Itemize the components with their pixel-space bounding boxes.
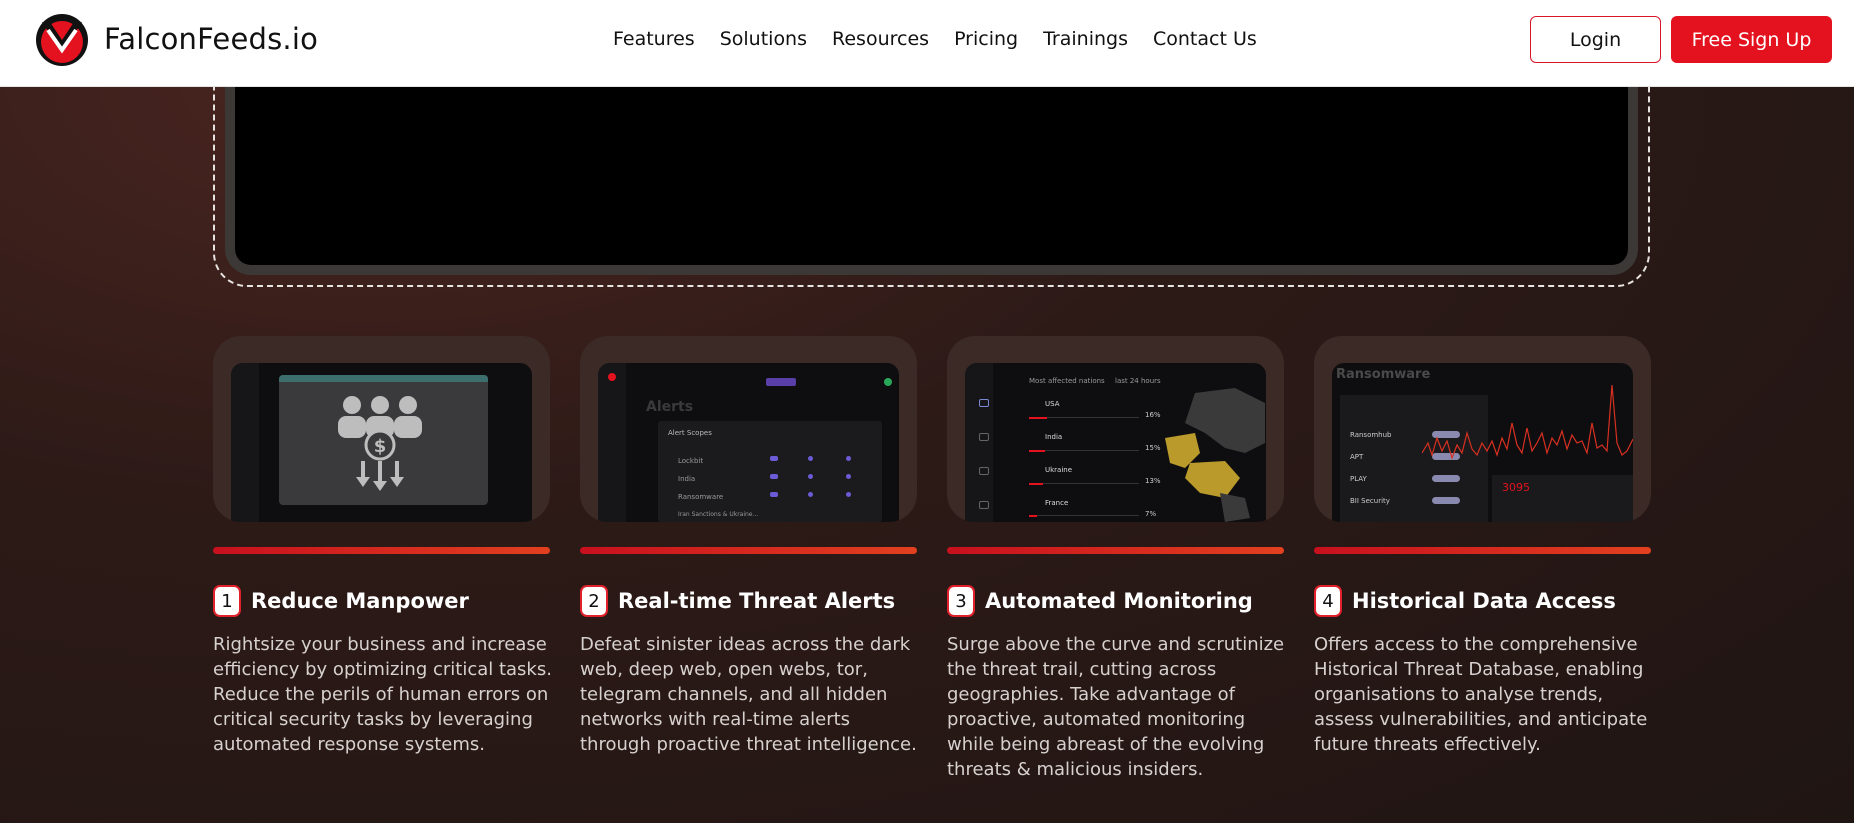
feature-card-historical-data-access: Ransomware Ransomhub APT PLAY BII Securi…: [1314, 336, 1651, 755]
card-accent-bar: [213, 547, 550, 554]
card-title: Real-time Threat Alerts: [618, 589, 896, 613]
card-thumbnail: Ransomware Ransomhub APT PLAY BII Securi…: [1314, 336, 1651, 522]
mini-status-dot: [884, 378, 892, 386]
stat-value: 3095: [1502, 481, 1530, 494]
monitor-icon: [979, 433, 989, 441]
feature-card-reduce-manpower: $ 1 Reduce Manpower Rightsize your busin…: [213, 336, 552, 755]
card-description: Defeat sinister ideas across the dark we…: [580, 634, 917, 755]
card-thumbnail: Most affected nations last 24 hours USA …: [947, 336, 1284, 522]
main-nav: Features Solutions Resources Pricing Tra…: [613, 28, 1282, 50]
actor-name: PLAY: [1350, 475, 1367, 483]
nav-contact-us[interactable]: Contact Us: [1153, 28, 1257, 50]
card-title: Automated Monitoring: [985, 589, 1253, 613]
thumbnail-screen: Alerts Alert Scopes Lockbit India Ransom…: [598, 363, 899, 522]
card-accent-bar: [580, 547, 917, 554]
video-frame: [213, 60, 1650, 287]
mini-badge: [766, 378, 796, 386]
nav-pricing[interactable]: Pricing: [954, 28, 1018, 50]
alert-row-label: Lockbit: [678, 457, 704, 465]
feature-card-automated-monitoring: Most affected nations last 24 hours USA …: [947, 336, 1284, 780]
falconfeeds-logo-icon[interactable]: [34, 12, 90, 68]
world-map-icon: [1165, 388, 1265, 522]
thumbnail-screen: $: [231, 363, 532, 522]
nav-trainings[interactable]: Trainings: [1043, 28, 1128, 50]
card-title-row: 1 Reduce Manpower: [213, 585, 469, 617]
thumb-heading: Most affected nations: [1029, 377, 1105, 385]
mini-logo-icon: [608, 373, 616, 381]
brand-name[interactable]: FalconFeeds.io: [104, 22, 318, 56]
card-accent-bar: [1314, 547, 1651, 554]
nation-name: India: [1045, 433, 1063, 441]
card-number-badge: 3: [947, 585, 975, 617]
thumbnail-screen: Ransomware Ransomhub APT PLAY BII Securi…: [1332, 363, 1633, 522]
trend-line-chart: [1422, 384, 1633, 460]
thumb-filter: last 24 hours: [1115, 377, 1161, 385]
video-player[interactable]: [225, 60, 1638, 275]
nation-bar: [1029, 417, 1047, 419]
thumb-heading: Alerts: [646, 399, 694, 415]
card-description: Rightsize your business and increase eff…: [213, 634, 552, 755]
thumb-subheading: Alert Scopes: [668, 429, 712, 437]
alert-row-label: India: [678, 475, 696, 483]
user-icon: [979, 501, 989, 509]
card-title-row: 2 Real-time Threat Alerts: [580, 585, 895, 617]
people-dollar-icon: $: [338, 396, 422, 491]
mini-sidebar: [231, 363, 259, 522]
card-number-badge: 4: [1314, 585, 1342, 617]
copy-icon: [979, 467, 989, 475]
alert-row-label: Ransomware: [678, 493, 724, 501]
nation-bar: [1029, 483, 1043, 485]
actor-name: BII Security: [1350, 497, 1390, 505]
nation-bar: [1029, 515, 1037, 517]
card-title: Reduce Manpower: [251, 589, 469, 613]
actor-name: Ransomhub: [1350, 431, 1392, 439]
card-title-row: 4 Historical Data Access: [1314, 585, 1616, 617]
grid-icon: [979, 399, 989, 407]
nation-name: France: [1045, 499, 1069, 507]
card-description: Surge above the curve and scrutinize the…: [947, 634, 1285, 780]
card-title-row: 3 Automated Monitoring: [947, 585, 1253, 617]
card-thumbnail: Alerts Alert Scopes Lockbit India Ransom…: [580, 336, 917, 522]
feature-card-real-time-threat-alerts: Alerts Alert Scopes Lockbit India Ransom…: [580, 336, 917, 755]
nation-bar: [1029, 450, 1045, 452]
nation-pct: 15%: [1145, 444, 1161, 452]
thumb-heading: Ransomware: [1336, 367, 1431, 382]
mini-sidebar: [965, 363, 993, 522]
card-description: Offers access to the comprehensive Histo…: [1314, 634, 1648, 755]
nav-features[interactable]: Features: [613, 28, 695, 50]
card-title: Historical Data Access: [1352, 589, 1616, 613]
alert-table: Alert Scopes Lockbit India Ransomware Ir…: [658, 421, 882, 522]
nation-name: Ukraine: [1045, 466, 1073, 474]
card-number-badge: 1: [213, 585, 241, 617]
svg-text:$: $: [374, 436, 387, 457]
nav-resources[interactable]: Resources: [832, 28, 929, 50]
nav-solutions[interactable]: Solutions: [720, 28, 807, 50]
card-accent-bar: [947, 547, 1284, 554]
actor-name: APT: [1350, 453, 1364, 461]
nation-pct: 16%: [1145, 411, 1161, 419]
mini-sidebar: [598, 363, 626, 522]
free-sign-up-button[interactable]: Free Sign Up: [1671, 16, 1832, 63]
nation-pct: 7%: [1145, 510, 1157, 518]
alert-row-label: Iran Sanctions & Ukraine...: [678, 511, 759, 518]
stat-panel: 3095: [1492, 475, 1633, 522]
thumbnail-screen: Most affected nations last 24 hours USA …: [965, 363, 1266, 522]
login-button[interactable]: Login: [1530, 16, 1661, 63]
nation-name: USA: [1045, 400, 1060, 408]
card-number-badge: 2: [580, 585, 608, 617]
card-thumbnail: $: [213, 336, 550, 522]
site-header: FalconFeeds.io Features Solutions Resour…: [0, 0, 1854, 87]
nation-pct: 13%: [1145, 477, 1161, 485]
